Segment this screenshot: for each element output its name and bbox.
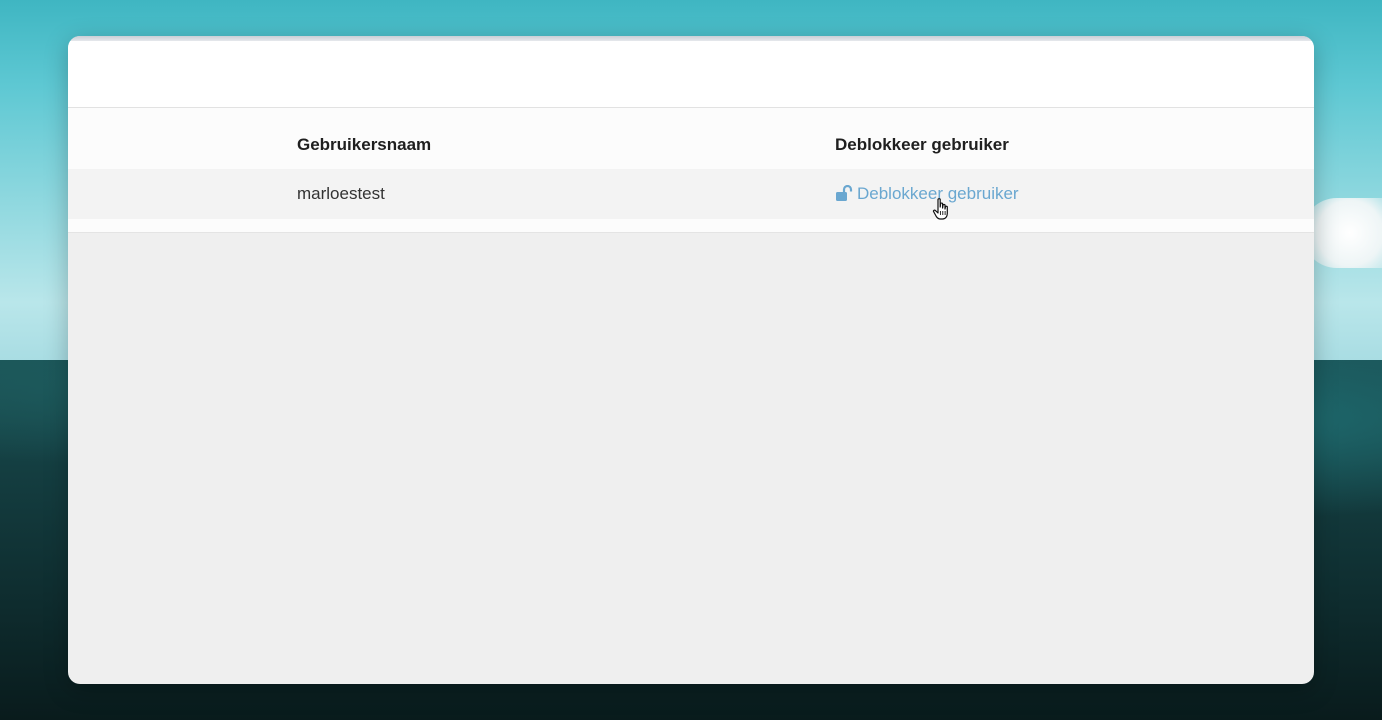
desktop-background-cloud	[1302, 198, 1382, 268]
username-cell: marloestest	[297, 184, 385, 203]
table-row: marloestest Deblokkeer gebruiker	[68, 169, 1314, 219]
table-header-row: Gebruikersnaam Deblokkeer gebruiker	[68, 108, 1314, 169]
column-header-unblock: Deblokkeer gebruiker	[835, 135, 1009, 154]
unblock-user-link[interactable]: Deblokkeer gebruiker	[835, 184, 1019, 204]
page-header	[68, 41, 1314, 108]
unblock-user-label: Deblokkeer gebruiker	[857, 184, 1019, 203]
unlock-icon	[835, 184, 853, 201]
users-table: Gebruikersnaam Deblokkeer gebruiker marl…	[68, 108, 1314, 233]
unblock-cell: Deblokkeer gebruiker	[835, 184, 1019, 207]
app-window: Gebruikersnaam Deblokkeer gebruiker marl…	[68, 36, 1314, 684]
column-header-username: Gebruikersnaam	[297, 135, 432, 154]
